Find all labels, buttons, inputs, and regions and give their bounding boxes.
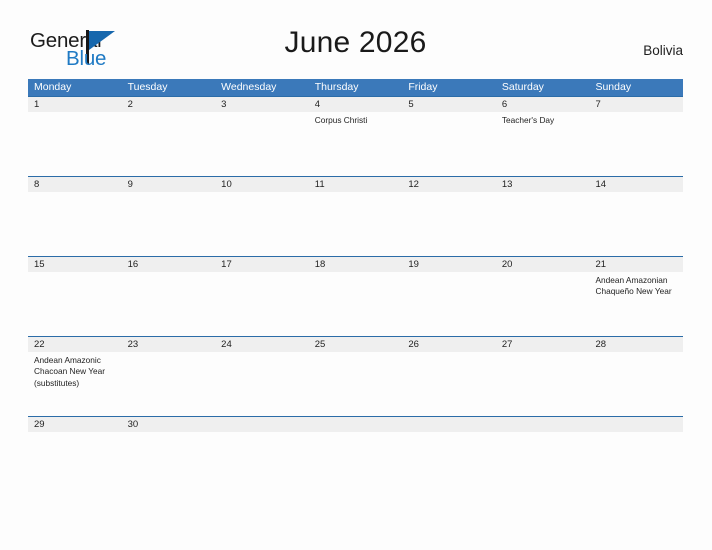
day-number[interactable]: 2 [122,97,216,112]
day-number[interactable]: 21 [589,257,683,272]
weekday-thursday: Thursday [314,81,359,93]
weekday-sunday: Sunday [595,81,632,93]
day-event [589,192,683,255]
week-row: 8 9 10 11 12 13 14 [28,176,683,256]
day-number[interactable]: 30 [122,417,216,432]
day-event [122,432,216,442]
day-event [28,432,122,442]
day-event [496,352,590,415]
day-number[interactable]: 27 [496,337,590,352]
week-day-number-band: 1 2 3 4 5 6 7 [28,97,683,112]
day-event [122,352,216,415]
calendar-grid: Monday Tuesday Wednesday Thursday Friday… [28,79,683,443]
weekday-monday: Monday [34,81,72,93]
week-day-number-band: 22 23 24 25 26 27 28 [28,337,683,352]
day-number[interactable]: 16 [122,257,216,272]
day-number[interactable]: 6 [496,97,590,112]
day-event [215,192,309,255]
day-event [122,112,216,175]
week-event-band [28,432,683,442]
day-event [589,352,683,415]
week-row: 22 23 24 25 26 27 28 Andean Amazonic Cha… [28,336,683,416]
country-label: Bolivia [643,43,683,58]
day-number[interactable]: 25 [309,337,403,352]
day-number[interactable]: 28 [589,337,683,352]
weekday-header-row: Monday Tuesday Wednesday Thursday Friday… [28,79,683,96]
day-event [215,112,309,175]
day-event [496,192,590,255]
day-event [402,112,496,175]
day-event [496,272,590,335]
day-number[interactable]: 3 [215,97,309,112]
week-row: 29 30 [28,416,683,443]
day-number-empty [402,417,496,432]
week-event-band: Corpus Christi Teacher's Day [28,112,683,175]
day-number[interactable]: 11 [309,177,403,192]
day-event [215,432,309,442]
day-number[interactable]: 20 [496,257,590,272]
day-event [589,112,683,175]
day-number[interactable]: 17 [215,257,309,272]
day-number[interactable]: 8 [28,177,122,192]
day-number[interactable]: 29 [28,417,122,432]
calendar-page: General Blue June 2026 Bolivia Monday Tu… [0,0,712,550]
day-number[interactable]: 18 [309,257,403,272]
day-number[interactable]: 15 [28,257,122,272]
day-event [589,432,683,442]
day-number[interactable]: 24 [215,337,309,352]
day-event [309,192,403,255]
day-number[interactable]: 14 [589,177,683,192]
day-event [215,272,309,335]
week-row: 15 16 17 18 19 20 21 Andean Amazonian Ch… [28,256,683,336]
day-event [309,432,403,442]
weekday-saturday: Saturday [501,81,544,93]
day-event [28,192,122,255]
day-number[interactable]: 23 [122,337,216,352]
day-number[interactable]: 10 [215,177,309,192]
week-row: 1 2 3 4 5 6 7 Corpus Christi Teacher's D… [28,96,683,176]
day-event [215,352,309,415]
day-event [122,272,216,335]
week-event-band: Andean Amazonian Chaqueño New Year [28,272,683,335]
day-event [309,272,403,335]
day-number-empty [496,417,590,432]
day-event [122,192,216,255]
day-event: Teacher's Day [501,115,555,125]
day-event [402,352,496,415]
day-number[interactable]: 4 [309,97,403,112]
week-event-band [28,192,683,255]
day-number[interactable]: 26 [402,337,496,352]
day-number[interactable]: 9 [122,177,216,192]
week-day-number-band: 15 16 17 18 19 20 21 [28,257,683,272]
day-event [309,352,403,415]
day-event: Andean Amazonian Chaqueño New Year [595,275,672,297]
day-number-empty [589,417,683,432]
weekday-wednesday: Wednesday [221,81,277,93]
weekday-tuesday: Tuesday [127,81,168,93]
day-event [402,432,496,442]
day-event [402,272,496,335]
day-number[interactable]: 22 [28,337,122,352]
day-number-empty [309,417,403,432]
day-event [28,272,122,335]
page-title: June 2026 [284,26,427,59]
day-number[interactable]: 12 [402,177,496,192]
day-number[interactable]: 5 [402,97,496,112]
weekday-friday: Friday [408,81,438,93]
day-number[interactable]: 13 [496,177,590,192]
day-number[interactable]: 1 [28,97,122,112]
week-day-number-band: 8 9 10 11 12 13 14 [28,177,683,192]
week-event-band: Andean Amazonic Chacoan New Year (substi… [28,352,683,415]
day-event: Corpus Christi [314,115,368,125]
day-event [28,112,122,175]
page-header: General Blue June 2026 Bolivia [28,26,683,72]
day-number-empty [215,417,309,432]
day-number[interactable]: 19 [402,257,496,272]
day-event: Andean Amazonic Chacoan New Year (substi… [34,355,106,388]
day-number[interactable]: 7 [589,97,683,112]
day-event [402,192,496,255]
day-event [496,432,590,442]
week-day-number-band: 29 30 [28,417,683,432]
